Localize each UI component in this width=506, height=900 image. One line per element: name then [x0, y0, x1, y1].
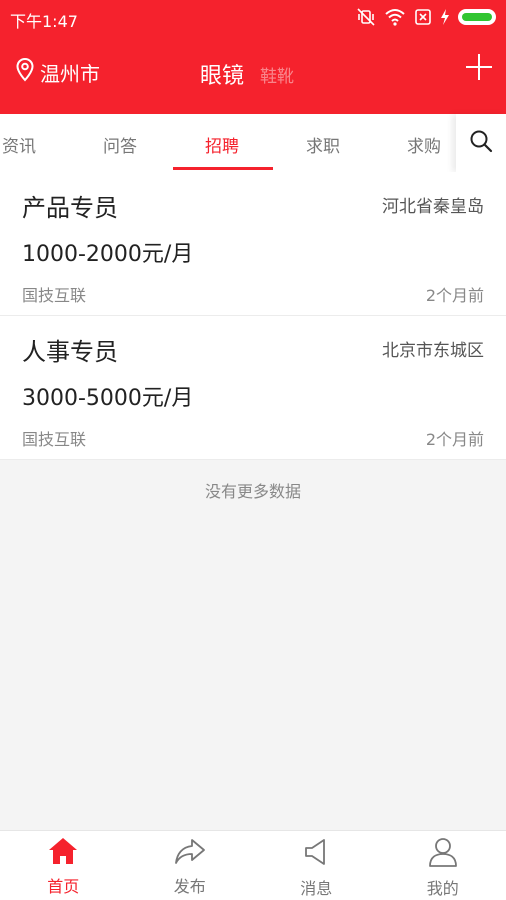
job-list: 产品专员 河北省秦皇岛 1000-2000元/月 国技互联 2个月前 人事专员 … [0, 172, 506, 460]
battery-icon [458, 9, 496, 25]
nav-mine-label: 我的 [426, 879, 459, 898]
search-button[interactable] [456, 114, 506, 172]
active-tab-indicator [173, 167, 273, 170]
app-screen: 下午1:47 温州市 眼镜 鞋靴 资讯 问答 招聘 求职 求购 产品专员 河北省… [0, 0, 506, 900]
job-company: 国技互联 [22, 430, 87, 449]
job-posted-time: 2个月前 [425, 430, 484, 449]
category-next[interactable]: 鞋靴 [260, 62, 294, 87]
category-title[interactable]: 眼镜 [200, 58, 244, 90]
home-icon [48, 837, 78, 869]
no-more-data-text: 没有更多数据 [204, 482, 301, 501]
tab-qa[interactable]: 问答 [103, 132, 137, 157]
bottom-nav: 首页 发布 消息 我的 [0, 830, 506, 900]
charging-icon [440, 9, 450, 25]
job-salary: 3000-5000元/月 [22, 386, 194, 411]
job-title: 产品专员 [22, 194, 118, 222]
add-icon[interactable] [466, 54, 492, 80]
header: 温州市 眼镜 鞋靴 [0, 44, 506, 104]
nav-home[interactable]: 首页 [0, 831, 127, 900]
search-icon [469, 129, 493, 157]
job-region: 河北省秦皇岛 [382, 197, 484, 217]
nav-mine[interactable]: 我的 [380, 831, 506, 900]
share-icon [174, 837, 206, 869]
job-company: 国技互联 [22, 286, 87, 305]
top-bar: 下午1:47 温州市 眼镜 鞋靴 [0, 0, 506, 114]
list-item[interactable]: 人事专员 北京市东城区 3000-5000元/月 国技互联 2个月前 [0, 316, 506, 460]
tab-job-seeking[interactable]: 求职 [306, 132, 340, 157]
wifi-icon [384, 8, 406, 26]
tab-bar: 资讯 问答 招聘 求职 求购 [0, 114, 506, 172]
tab-purchase[interactable]: 求购 [407, 132, 441, 157]
status-time: 下午1:47 [10, 12, 78, 31]
megaphone-icon [302, 837, 330, 871]
location-pin-icon [16, 57, 34, 87]
status-icons [356, 6, 496, 28]
job-posted-time: 2个月前 [425, 286, 484, 305]
nav-home-label: 首页 [47, 877, 80, 896]
vibrate-off-icon [356, 8, 376, 26]
nav-publish-label: 发布 [173, 877, 206, 896]
tab-news[interactable]: 资讯 [2, 132, 36, 157]
job-title: 人事专员 [22, 338, 118, 366]
location-label: 温州市 [40, 62, 100, 86]
location-selector[interactable]: 温州市 [16, 57, 100, 87]
tab-recruit[interactable]: 招聘 [205, 132, 239, 157]
list-item[interactable]: 产品专员 河北省秦皇岛 1000-2000元/月 国技互联 2个月前 [0, 172, 506, 316]
sim-icon [414, 8, 432, 26]
job-region: 北京市东城区 [382, 341, 484, 361]
user-icon [428, 837, 458, 871]
job-salary: 1000-2000元/月 [22, 242, 194, 267]
status-bar: 下午1:47 [0, 0, 506, 34]
nav-publish[interactable]: 发布 [127, 831, 254, 900]
nav-messages[interactable]: 消息 [253, 831, 380, 900]
nav-messages-label: 消息 [300, 879, 333, 898]
